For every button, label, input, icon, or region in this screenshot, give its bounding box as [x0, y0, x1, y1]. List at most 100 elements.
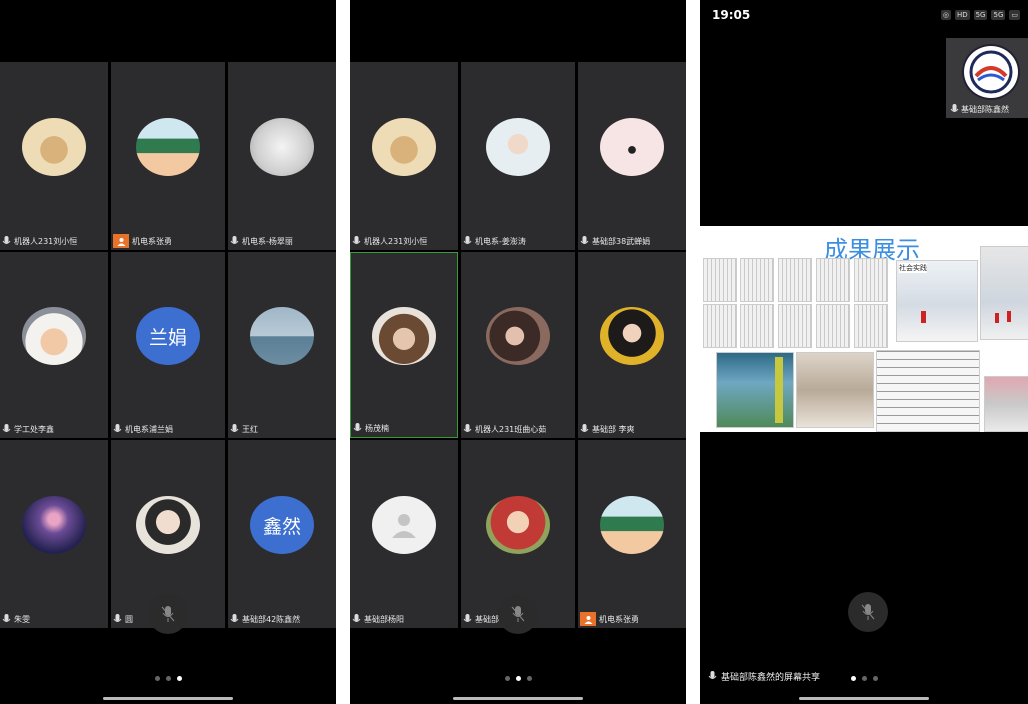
participant-tile[interactable]: 机器人231刘小恒	[0, 62, 108, 250]
participant-name: 机器人231刘小恒	[364, 236, 428, 246]
share-section-label: 社会实践	[899, 263, 927, 273]
mic-icon	[352, 613, 361, 622]
battery-icon: ▭	[1009, 10, 1020, 20]
page-dot[interactable]	[526, 676, 532, 681]
wifi-icon: ◎	[940, 10, 951, 20]
participant-tile[interactable]: 机电系张勇	[578, 440, 686, 628]
participant-tile[interactable]: 基础部 李爽	[578, 252, 686, 438]
mic-icon	[463, 613, 472, 622]
host-badge	[113, 234, 129, 248]
participant-tile[interactable]: 机电系-姜澎涛	[461, 62, 575, 250]
participant-tile[interactable]: 王红	[228, 252, 336, 438]
page-dot[interactable]	[504, 676, 510, 681]
participant-name: 基础部	[475, 614, 499, 624]
floating-mic-button[interactable]	[148, 594, 188, 634]
participant-avatar	[250, 307, 314, 365]
hd-icon: HD	[954, 10, 970, 20]
participant-name-label: 学工处李鑫	[2, 422, 54, 436]
participant-name: 机电系-杨翠丽	[242, 236, 293, 246]
page-indicator[interactable]	[350, 676, 686, 681]
page-indicator[interactable]	[0, 676, 336, 681]
mic-icon	[463, 235, 472, 244]
shared-image-worksheet	[740, 304, 774, 348]
floating-mic-button[interactable]	[498, 594, 538, 634]
shared-image-worksheet	[854, 258, 888, 302]
participant-name: 机器人231班曲心茹	[475, 424, 547, 434]
page-dot[interactable]	[850, 676, 856, 681]
participant-avatar	[22, 496, 86, 554]
home-indicator[interactable]	[103, 697, 233, 700]
participant-tile[interactable]: 基础部杨阳	[350, 440, 458, 628]
participant-tile[interactable]: 基础部38武蝉娟	[578, 62, 686, 250]
participant-tile[interactable]: 朱雯	[0, 440, 108, 628]
participant-name-label: 朱雯	[2, 612, 30, 626]
page-dot[interactable]	[154, 676, 160, 681]
participant-name: 杨茂楠	[365, 423, 389, 433]
page-dot[interactable]	[176, 676, 182, 681]
shared-screen[interactable]: 成果展示 社会实践	[700, 226, 1028, 432]
participant-avatar	[136, 496, 200, 554]
participant-tile[interactable]: 杨茂楠	[350, 252, 458, 438]
page-dot[interactable]	[515, 676, 521, 681]
pip-name-label: 基础部陈鑫然	[950, 104, 1009, 115]
shared-image-worksheet	[816, 304, 850, 348]
mic-muted-icon	[861, 604, 875, 620]
participant-avatar	[136, 118, 200, 176]
participant-avatar	[600, 118, 664, 176]
participant-name-label: 机器人231班曲心茹	[463, 422, 546, 436]
participant-avatar: 鑫然	[250, 496, 314, 554]
shared-image-worksheet	[740, 258, 774, 302]
participant-name: 圆	[125, 614, 133, 624]
participant-name: 机器人231刘小恒	[14, 236, 78, 246]
mic-icon	[2, 613, 11, 622]
shared-image-handwritten-page	[876, 350, 980, 432]
participant-tile[interactable]: 机器人231刘小恒	[350, 62, 458, 250]
participant-avatar	[486, 496, 550, 554]
host-badge	[580, 612, 596, 626]
participant-tile[interactable]: 鑫然 基础部42陈鑫然	[228, 440, 336, 628]
participant-tile[interactable]: 机器人231班曲心茹	[461, 252, 575, 438]
shared-image-gym	[716, 352, 794, 428]
participant-tile[interactable]: 兰娟 机电系浦兰娟	[111, 252, 225, 438]
participant-name-label: 机器人231刘小恒	[352, 234, 427, 248]
shared-image-snow-scene: 社会实践	[896, 260, 978, 342]
participant-avatar	[372, 307, 436, 365]
participant-name: 朱雯	[14, 614, 30, 624]
status-bar: 19:05 ◎ HD 5G 5G ▭	[712, 6, 1020, 24]
participant-grid: 机器人231刘小恒 机电系-姜澎涛 基础部38武蝉娟 杨茂楠 机器人231班曲心茹 基础部…	[350, 62, 686, 628]
avatar-initials: 兰娟	[148, 326, 187, 349]
page-indicator[interactable]	[700, 676, 1028, 681]
mic-icon	[463, 423, 472, 432]
5g-icon: 5G	[973, 10, 988, 20]
participant-name-label: 基础部38武蝉娟	[580, 234, 650, 248]
shared-image-street-cleanup	[980, 246, 1028, 340]
page-dot[interactable]	[165, 676, 171, 681]
shared-image-worksheet	[816, 258, 850, 302]
participant-tile[interactable]: 机电系-杨翠丽	[228, 62, 336, 250]
meeting-gallery-page-2: 机器人231刘小恒 机电系-姜澎涛 基础部38武蝉娟 杨茂楠 机器人231班曲心茹 基础部…	[350, 0, 686, 704]
mic-icon	[2, 235, 11, 244]
floating-mic-button[interactable]	[848, 592, 888, 632]
page-dot[interactable]	[861, 676, 867, 681]
participant-name: 基础部38武蝉娟	[592, 236, 651, 246]
participant-name-label: 机器人231刘小恒	[2, 234, 77, 248]
participant-name-label: 圆	[113, 612, 133, 626]
avatar-initials: 鑫然	[262, 515, 301, 538]
speaker-pip-video[interactable]: 基础部陈鑫然	[946, 38, 1028, 118]
participant-tile[interactable]: 学工处李鑫	[0, 252, 108, 438]
shared-image-worksheet	[778, 304, 812, 348]
page-dot[interactable]	[872, 676, 878, 681]
participant-avatar	[600, 307, 664, 365]
mic-icon	[580, 423, 589, 432]
home-indicator[interactable]	[453, 697, 583, 700]
participant-name-label: 基础部杨阳	[352, 612, 404, 626]
participant-name-label: 机电系张勇	[580, 612, 639, 626]
participant-name: 机电系张勇	[132, 236, 172, 246]
participant-name: 王红	[242, 424, 258, 434]
participant-name-label: 杨茂楠	[353, 421, 389, 435]
participant-name: 基础部 李爽	[592, 424, 635, 434]
participant-tile[interactable]: 机电系张勇	[111, 62, 225, 250]
home-indicator[interactable]	[799, 697, 929, 700]
participant-grid: 机器人231刘小恒 机电系张勇 机电系-杨翠丽学工处李鑫 兰娟 机电系浦兰娟王红朱雯 圆 鑫…	[0, 62, 336, 628]
shared-image-worksheet	[703, 304, 737, 348]
